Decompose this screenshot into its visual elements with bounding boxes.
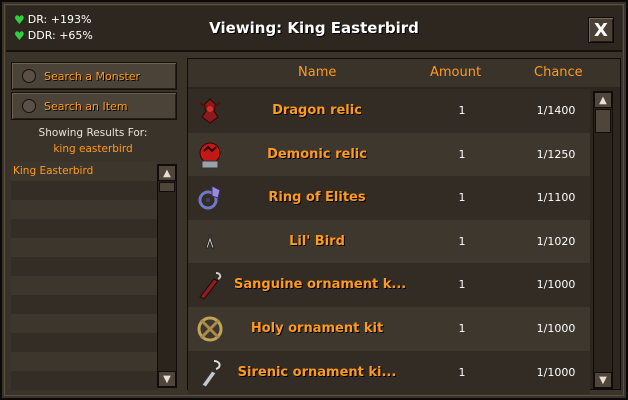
item-name: Sirenic ornament ki...: [237, 364, 397, 380]
column-chance: Chance: [534, 65, 583, 80]
item-amount: 1: [458, 278, 466, 292]
dragon-relic-icon: [199, 98, 221, 124]
item-amount: 1: [458, 365, 466, 379]
item-chance: 1/1100: [536, 191, 576, 205]
scroll-up-button[interactable]: ▲: [158, 165, 176, 181]
result-list: King Easterbird: [11, 162, 159, 390]
list-item: [11, 181, 159, 200]
drop-table: Name Amount Chance Dragon relic 1 1/1400: [187, 58, 621, 395]
scroll-thumb[interactable]: [159, 182, 175, 192]
item-chance: 1/1250: [536, 147, 576, 161]
table-header: Name Amount Chance: [188, 59, 620, 87]
showing-label: Showing Results For:: [38, 127, 148, 139]
item-chance: 1/1400: [536, 104, 576, 117]
item-chance: 1/1020: [536, 234, 576, 248]
item-name: Demonic relic: [267, 146, 367, 162]
table-row[interactable]: Holy ornament kit 1 1/1000: [188, 306, 590, 351]
item-chance: 1/1000: [536, 365, 576, 379]
window-header: ♥ DR: +193% ♥ DDR: +65% Viewing: King Ea…: [6, 6, 622, 52]
list-item: [11, 276, 159, 295]
result-item[interactable]: King Easterbird: [11, 162, 159, 181]
demonic-relic-icon: [199, 142, 221, 169]
radio-icon: [22, 69, 36, 83]
close-button[interactable]: X: [588, 17, 614, 43]
list-item: [11, 257, 159, 276]
item-amount: 1: [458, 191, 466, 205]
table-scrollbar[interactable]: ▲ ▼: [593, 91, 613, 389]
column-name: Name: [298, 65, 337, 80]
table-row[interactable]: Lil' Bird 1 1/1020: [188, 219, 590, 264]
window-title: Viewing: King Easterbird: [209, 19, 419, 37]
ring-icon: [198, 185, 221, 210]
item-name: Lil' Bird: [289, 233, 345, 249]
search-monster-label: Search a Monster: [44, 69, 141, 83]
search-query: king easterbird: [53, 143, 133, 155]
drop-viewer-window: ♥ DR: +193% ♥ DDR: +65% Viewing: King Ea…: [0, 0, 628, 400]
scroll-down-button[interactable]: ▼: [594, 372, 612, 388]
list-item: [11, 314, 159, 333]
holy-kit-icon: [197, 316, 223, 342]
scroll-up-button[interactable]: ▲: [594, 92, 612, 108]
list-item: [11, 200, 159, 219]
table-row[interactable]: Demonic relic 1 1/1250: [188, 132, 590, 177]
item-amount: 1: [458, 104, 466, 117]
results-heading: Showing Results For: king easterbird: [11, 125, 175, 157]
item-chance: 1/1000: [536, 321, 576, 335]
scroll-thumb[interactable]: [595, 109, 611, 133]
bird-pet-icon: [205, 233, 215, 249]
list-item: [11, 238, 159, 257]
list-item: [11, 371, 159, 390]
list-item: [11, 219, 159, 238]
item-name: Dragon relic: [272, 103, 362, 118]
sirenic-kit-icon: [201, 359, 221, 388]
table-body: Dragon relic 1 1/1400 Demonic relic 1 1/…: [188, 89, 590, 395]
table-row[interactable]: Ring of Elites 1 1/1100: [188, 176, 590, 220]
list-item: [11, 333, 159, 352]
table-row[interactable]: Sirenic ornament ki... 1 1/1000: [188, 350, 590, 395]
table-row[interactable]: Dragon relic 1 1/1400: [188, 89, 590, 133]
item-amount: 1: [458, 321, 466, 335]
item-name: Sanguine ornament k...: [234, 277, 407, 293]
list-item: [11, 352, 159, 371]
item-amount: 1: [458, 234, 466, 248]
item-name: Holy ornament kit: [250, 320, 384, 336]
scroll-down-button[interactable]: ▼: [158, 371, 176, 387]
search-monster-button[interactable]: Search a Monster: [11, 62, 177, 90]
item-chance: 1/1000: [536, 278, 576, 292]
item-name: Ring of Elites: [268, 190, 366, 206]
item-amount: 1: [458, 147, 466, 161]
search-item-button[interactable]: Search an Item: [11, 92, 177, 120]
sanguine-kit-icon: [199, 272, 222, 301]
list-item: [11, 295, 159, 314]
table-row[interactable]: Sanguine ornament k... 1 1/1000: [188, 263, 590, 307]
column-amount: Amount: [430, 65, 482, 80]
search-item-label: Search an Item: [44, 99, 128, 113]
search-panel: Search a Monster Search an Item Showing …: [11, 58, 177, 390]
radio-icon: [22, 99, 36, 113]
results-scrollbar[interactable]: ▲ ▼: [157, 164, 177, 388]
close-icon: X: [594, 19, 608, 41]
